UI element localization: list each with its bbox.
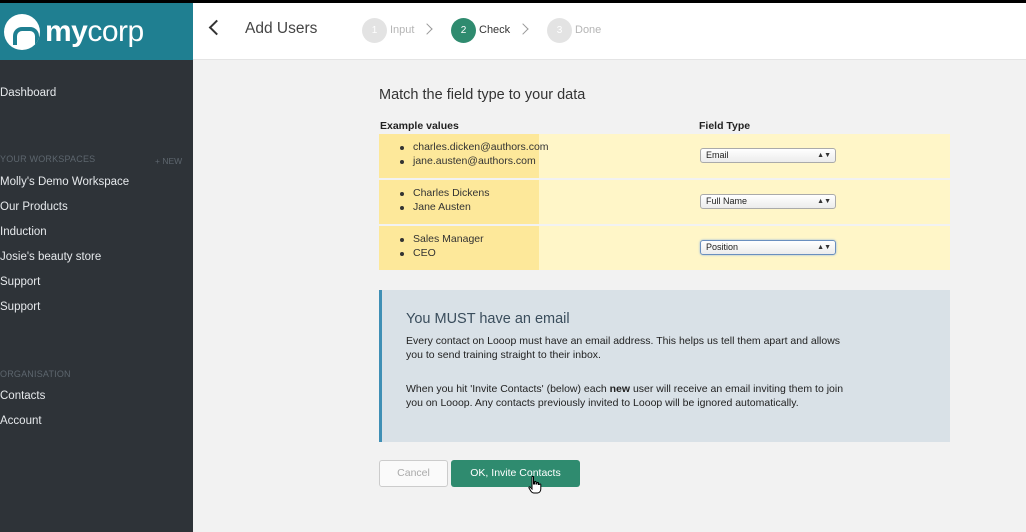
chevron-right-icon [421, 23, 433, 35]
new-workspace-link[interactable]: + NEW [155, 156, 182, 166]
notice-paragraph: Every contact on Looop must have an emai… [406, 335, 841, 361]
example-values-list: Charles Dickens Jane Austen [399, 187, 489, 214]
mapping-row: Sales Manager CEO Position ▲▼ [379, 226, 950, 270]
mapping-row: Charles Dickens Jane Austen Full Name ▲▼ [379, 180, 950, 224]
top-bar: Add Users 1 Input 2 Check 3 Done [193, 3, 1026, 60]
step-1-label: Input [390, 24, 415, 36]
example-value: charles.dicken@authors.com [399, 141, 549, 155]
example-value: Jane Austen [399, 201, 489, 215]
hand-pointer-cursor-icon [528, 476, 542, 494]
example-value: Charles Dickens [399, 187, 489, 201]
mapping-row: charles.dicken@authors.com jane.austen@a… [379, 134, 950, 178]
brand-bar[interactable]: mycorp [0, 3, 193, 60]
sidebar-item-account[interactable]: Account [0, 415, 42, 427]
select-arrows-icon: ▲▼ [817, 198, 831, 205]
field-type-select[interactable]: Email ▲▼ [700, 148, 836, 163]
notice-title: You MUST have an email [406, 311, 570, 327]
column-header-field-type: Field Type [699, 120, 751, 132]
example-value: CEO [399, 247, 484, 261]
select-value: Full Name [706, 196, 748, 206]
select-arrows-icon: ▲▼ [817, 244, 831, 251]
sidebar-item-workspace[interactable]: Josie's beauty store [0, 251, 101, 263]
step-1-circle: 1 [362, 18, 387, 43]
email-requirement-notice: You MUST have an email Every contact on … [379, 290, 950, 442]
select-value: Position [706, 242, 739, 252]
section-title: Match the field type to your data [379, 87, 586, 103]
sidebar-item-workspace[interactable]: Support [0, 276, 40, 288]
workspaces-heading: YOUR WORKSPACES [0, 154, 96, 164]
sidebar-item-workspace[interactable]: Molly's Demo Workspace [0, 176, 129, 188]
app-frame: mycorp Dashboard YOUR WORKSPACES + NEW M… [0, 3, 1026, 532]
example-values-list: charles.dicken@authors.com jane.austen@a… [399, 141, 549, 168]
step-3-circle: 3 [547, 18, 572, 43]
example-value: jane.austen@authors.com [399, 155, 549, 169]
cancel-button[interactable]: Cancel [379, 460, 448, 487]
page-title: Add Users [245, 20, 318, 37]
mycorp-logo-icon [4, 13, 40, 50]
select-value: Email [706, 150, 729, 160]
sidebar-item-workspace[interactable]: Our Products [0, 201, 68, 213]
notice-paragraph: When you hit 'Invite Contacts' (below) e… [406, 383, 844, 409]
field-type-select[interactable]: Full Name ▲▼ [700, 194, 836, 209]
sidebar-item-dashboard[interactable]: Dashboard [0, 87, 56, 99]
sidebar-item-workspace[interactable]: Support [0, 301, 40, 313]
brand-name: mycorp [45, 14, 144, 48]
select-arrows-icon: ▲▼ [817, 152, 831, 159]
sidebar-item-workspace[interactable]: Induction [0, 226, 47, 238]
example-value: Sales Manager [399, 233, 484, 247]
sidebar: mycorp Dashboard YOUR WORKSPACES + NEW M… [0, 3, 193, 532]
back-chevron-icon[interactable] [208, 19, 225, 36]
column-header-example-values: Example values [380, 120, 459, 132]
chevron-right-icon [517, 23, 529, 35]
step-2-circle: 2 [451, 18, 476, 43]
step-3-label: Done [575, 24, 602, 36]
field-type-select[interactable]: Position ▲▼ [700, 240, 836, 255]
step-2-label: Check [479, 24, 511, 36]
sidebar-item-contacts[interactable]: Contacts [0, 390, 45, 402]
organisation-heading: ORGANISATION [0, 369, 71, 379]
invite-contacts-button[interactable]: OK, Invite Contacts [451, 460, 580, 487]
example-values-list: Sales Manager CEO [399, 233, 484, 260]
